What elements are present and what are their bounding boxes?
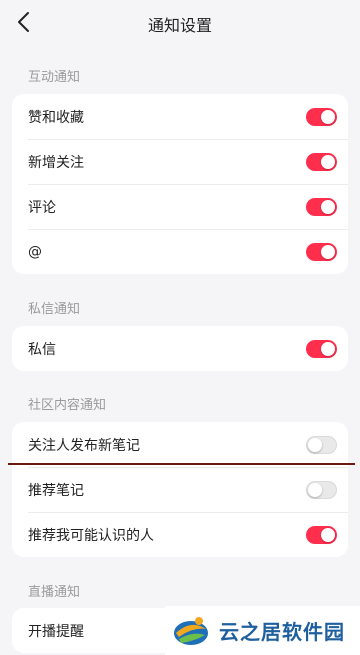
messages-card: 私信: [12, 326, 348, 371]
mentions-toggle[interactable]: [306, 242, 337, 261]
setting-row-comments[interactable]: 评论: [12, 184, 348, 229]
watermark-logo-icon: [174, 616, 208, 645]
section-header-live: 直播通知: [28, 585, 81, 600]
comments-toggle[interactable]: [306, 197, 337, 216]
new-followers-toggle[interactable]: [306, 152, 337, 171]
page-title: 通知设置: [147, 16, 212, 35]
recommended-notes-toggle[interactable]: [306, 480, 337, 499]
setting-label: 私信: [28, 341, 56, 358]
toggle-knob: [308, 482, 322, 497]
setting-label: @: [28, 243, 42, 260]
setting-row-followed-new-notes[interactable]: 关注人发布新笔记: [12, 422, 348, 467]
community-card: 关注人发布新笔记 推荐笔记 推荐我可能认识的人: [12, 422, 348, 557]
toggle-knob: [321, 199, 335, 214]
followed-new-notes-toggle[interactable]: [306, 435, 337, 454]
setting-row-mentions[interactable]: @: [12, 229, 348, 274]
people-you-may-know-toggle[interactable]: [306, 525, 337, 544]
likes-toggle[interactable]: [306, 107, 337, 126]
toggle-knob: [321, 109, 335, 124]
setting-label: 新增关注: [28, 154, 84, 171]
top-bar: 通知设置: [0, 0, 360, 46]
toggle-knob: [321, 341, 335, 356]
setting-row-likes[interactable]: 赞和收藏: [12, 94, 348, 139]
setting-row-recommended-notes[interactable]: 推荐笔记: [12, 467, 348, 512]
setting-label: 关注人发布新笔记: [28, 437, 140, 454]
setting-label: 赞和收藏: [28, 109, 84, 126]
setting-label: 推荐我可能认识的人: [28, 527, 154, 544]
section-header-community: 社区内容通知: [28, 398, 107, 413]
setting-row-new-followers[interactable]: 新增关注: [12, 139, 348, 184]
setting-label: 推荐笔记: [28, 482, 84, 499]
toggle-knob: [321, 154, 335, 169]
annotation-underline: [8, 463, 355, 465]
toggle-knob: [321, 244, 335, 259]
toggle-knob: [308, 437, 322, 452]
watermark: 云之居软件园: [165, 606, 360, 655]
watermark-text: 云之居软件园: [219, 620, 345, 644]
section-header-messages: 私信通知: [28, 302, 81, 317]
setting-label: 评论: [28, 199, 56, 216]
private-messages-toggle[interactable]: [306, 339, 337, 358]
section-header-interaction: 互动通知: [28, 70, 81, 85]
toggle-knob: [321, 527, 335, 542]
interaction-card: 赞和收藏 新增关注 评论 @: [12, 94, 348, 274]
setting-row-private-messages[interactable]: 私信: [12, 326, 348, 371]
setting-row-people-you-may-know[interactable]: 推荐我可能认识的人: [12, 512, 348, 557]
